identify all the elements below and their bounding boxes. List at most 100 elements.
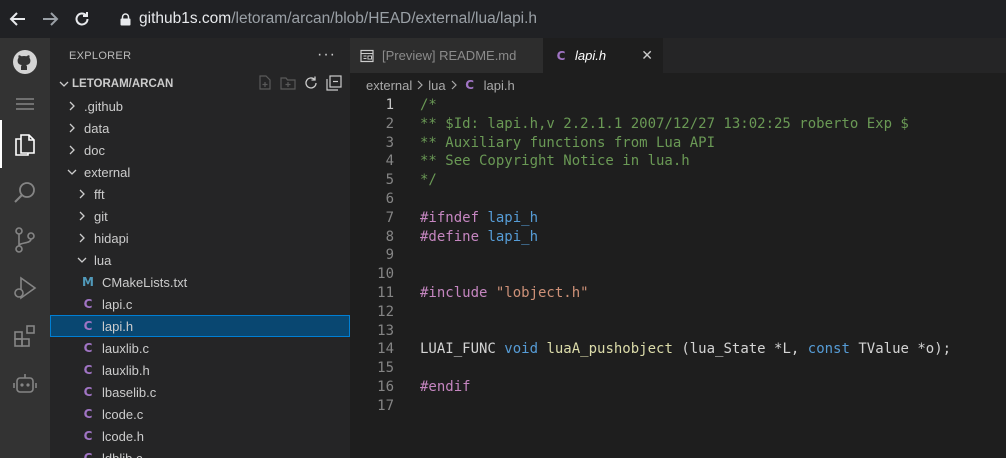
close-icon[interactable]: ✕	[641, 47, 653, 64]
tab-lapi-h[interactable]: C lapi.h ✕	[543, 38, 663, 73]
code-token: */	[420, 172, 437, 189]
source-control-button[interactable]	[0, 216, 50, 264]
refresh-icon[interactable]	[303, 75, 319, 91]
code-token: LUAI_FUNC	[420, 341, 505, 358]
code-line: 1 /*	[350, 96, 1006, 115]
line-number: 17	[377, 397, 394, 414]
remote-bot-button[interactable]	[0, 360, 50, 408]
address-bar[interactable]: github1s.com/letoram/arcan/blob/HEAD/ext…	[106, 4, 1006, 34]
tree-item-label: lapi.c	[102, 296, 133, 312]
explorer-sidebar: EXPLORER ··· LETORAM/ARCAN .github data do…	[50, 38, 350, 458]
tree-item[interactable]: Clauxlib.c	[50, 337, 350, 359]
line-source: #define lapi_h	[420, 228, 538, 247]
c-file-icon: C	[83, 319, 93, 333]
tree-item[interactable]: Clbaselib.c	[50, 381, 350, 403]
tree-item-label: fft	[94, 186, 105, 202]
tree-item[interactable]: hidapi	[50, 227, 350, 249]
line-source: #include "lobject.h"	[420, 284, 589, 303]
chevron-right-icon	[74, 211, 90, 221]
forward-button[interactable]	[36, 5, 64, 33]
code-token: TValue *o);	[849, 341, 952, 358]
code-token: const	[807, 341, 850, 358]
tree-item[interactable]: lua	[50, 249, 350, 271]
github-button[interactable]	[0, 38, 50, 86]
sidebar-header: EXPLORER ···	[50, 38, 350, 73]
reload-button[interactable]	[68, 5, 96, 33]
more-actions-button[interactable]: ···	[317, 46, 336, 64]
repo-section-header[interactable]: LETORAM/ARCAN	[50, 73, 350, 95]
tree-item-label: lcode.c	[102, 406, 144, 422]
arrow-right-icon	[43, 12, 59, 26]
search-icon	[14, 182, 35, 203]
chevron-right-icon	[416, 78, 424, 93]
tree-item-label: CMakeLists.txt	[102, 274, 188, 290]
tree-item[interactable]: M CMakeLists.txt	[50, 271, 350, 293]
collapse-all-icon[interactable]	[326, 75, 342, 91]
tree-item[interactable]: Clauxlib.h	[50, 359, 350, 381]
run-debug-button[interactable]	[0, 264, 50, 312]
code-token: luaA_pushobject	[546, 341, 673, 358]
breadcrumb-lua[interactable]: lua	[428, 78, 445, 93]
chevron-right-icon	[450, 78, 458, 93]
tree-item[interactable]: doc	[50, 139, 350, 161]
tree-item-label: .github	[84, 98, 124, 114]
tree-item-label: lauxlib.c	[102, 340, 149, 356]
back-button[interactable]	[4, 5, 32, 33]
c-file-icon: C	[83, 451, 93, 458]
github-icon	[13, 50, 37, 74]
line-number: 5	[385, 172, 394, 189]
line-number: 16	[377, 378, 394, 395]
c-file-icon: C	[83, 297, 93, 311]
preview-icon	[360, 49, 374, 62]
extensions-button[interactable]	[0, 312, 50, 360]
tab-readme-preview[interactable]: [Preview] README.md	[350, 38, 543, 73]
extensions-icon	[14, 325, 35, 347]
code-token: #endif	[420, 378, 471, 395]
tree-item[interactable]: fft	[50, 183, 350, 205]
line-number: 15	[377, 360, 394, 377]
tree-item[interactable]: Clcode.c	[50, 403, 350, 425]
tree-item[interactable]: Clapi.h	[50, 315, 350, 337]
code-editor[interactable]: 1 /* 2 ** $Id: lapi.h,v 2.2.1.1 2007/12/27 …	[350, 96, 1006, 416]
code-line: 8 #define lapi_h	[350, 228, 1006, 247]
chevron-down-icon	[56, 79, 72, 89]
code-token: ** Auxiliary functions from Lua API	[420, 134, 716, 151]
tree-item[interactable]: external	[50, 161, 350, 183]
tree-item-label: hidapi	[94, 230, 129, 246]
tree-item[interactable]: Clapi.c	[50, 293, 350, 315]
chevron-down-icon	[64, 167, 80, 177]
repo-actions	[257, 75, 342, 91]
run-debug-icon	[14, 276, 37, 300]
file-tree: .github data doc external fft git hidapi lua M CM…	[50, 95, 350, 458]
tab-bar: [Preview] README.md C lapi.h ✕	[350, 38, 1006, 73]
tree-item[interactable]: Clcode.h	[50, 425, 350, 447]
tree-item[interactable]: Cldblib.c	[50, 447, 350, 458]
code-line: 17	[350, 397, 1006, 416]
url-path: /letoram/arcan/blob/HEAD/external/lua/la…	[231, 10, 538, 27]
source-control-icon	[15, 227, 35, 253]
tree-item[interactable]: data	[50, 117, 350, 139]
line-number: 4	[385, 153, 394, 170]
line-source: #ifndef lapi_h	[420, 209, 538, 228]
new-folder-icon[interactable]	[280, 75, 296, 91]
line-source: /*	[420, 96, 437, 115]
explorer-button[interactable]	[0, 120, 50, 168]
breadcrumb-external[interactable]: external	[366, 78, 412, 93]
line-number: 10	[377, 266, 394, 283]
code-token: #ifndef	[420, 209, 488, 226]
files-icon	[15, 134, 35, 156]
tree-item[interactable]: git	[50, 205, 350, 227]
tree-item[interactable]: .github	[50, 95, 350, 117]
tree-item-label: lcode.h	[102, 428, 144, 444]
arrow-left-icon	[9, 12, 25, 26]
breadcrumb-file[interactable]: lapi.h	[484, 78, 515, 93]
remote-bot-icon	[13, 374, 37, 393]
search-button[interactable]	[0, 168, 50, 216]
new-file-icon[interactable]	[257, 75, 273, 91]
code-line: 4 ** See Copyright Notice in lua.h	[350, 152, 1006, 171]
line-source: LUAI_FUNC void luaA_pushobject (lua_Stat…	[420, 340, 951, 359]
code-token: *L,	[765, 341, 808, 358]
code-line: 15	[350, 359, 1006, 378]
line-number: 1	[385, 97, 394, 113]
line-number: 13	[377, 322, 394, 339]
